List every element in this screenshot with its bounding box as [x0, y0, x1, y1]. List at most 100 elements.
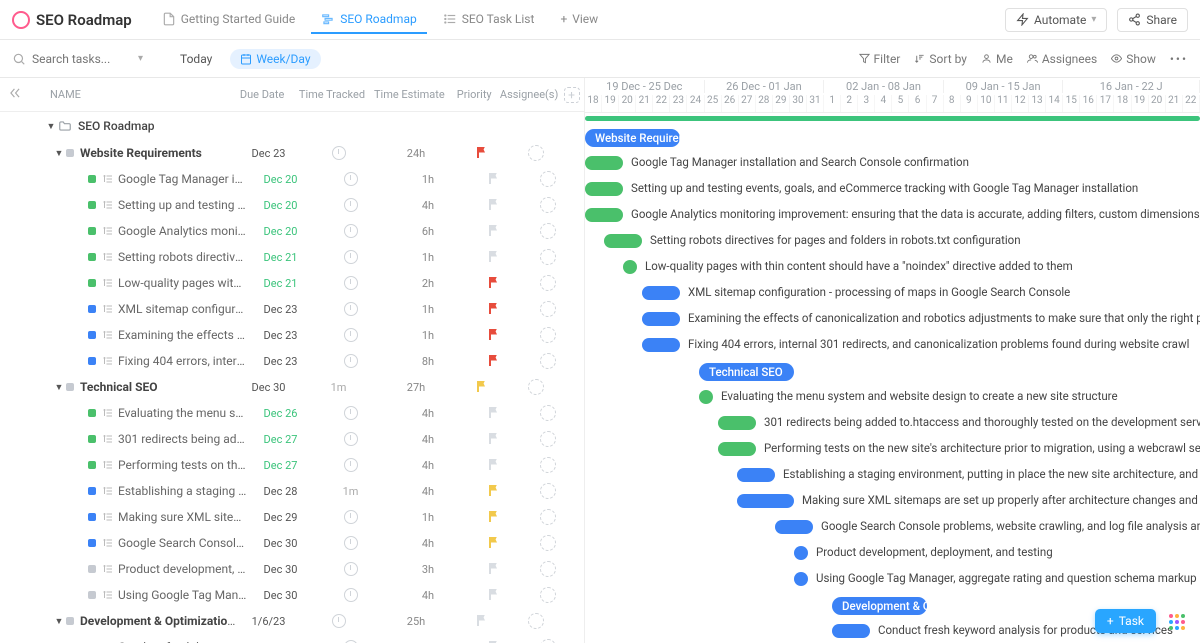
- gantt-bar[interactable]: Setting up and testing events, goals, an…: [585, 182, 623, 196]
- assignee[interactable]: [518, 509, 578, 525]
- gantt-bar[interactable]: Conduct fresh keyword analysis for produ…: [832, 624, 870, 638]
- time-tracked[interactable]: [313, 406, 388, 420]
- task-row[interactable]: XML sitemap configuration -... Dec 23 1h: [0, 296, 584, 322]
- assignee[interactable]: [518, 587, 578, 603]
- status-square[interactable]: [88, 357, 96, 365]
- priority-flag[interactable]: [468, 224, 518, 239]
- timeline-day[interactable]: 22: [1183, 95, 1200, 112]
- priority-flag[interactable]: [456, 146, 506, 161]
- gantt-bar[interactable]: Google Tag Manager installation and Sear…: [585, 156, 623, 170]
- task-name[interactable]: Technical SEO: [80, 380, 236, 394]
- time-estimate[interactable]: 1h: [388, 173, 468, 186]
- gantt-bar[interactable]: Establishing a staging environment, putt…: [737, 468, 775, 482]
- task-row[interactable]: Fixing 404 errors, internal 30... Dec 23…: [0, 348, 584, 374]
- time-tracked[interactable]: [301, 614, 376, 628]
- time-estimate[interactable]: 1h: [388, 303, 468, 316]
- task-row[interactable]: ▼ Development & Optimization of C... 1/6…: [0, 608, 584, 634]
- due-date[interactable]: Dec 21: [248, 251, 313, 264]
- due-date[interactable]: Dec 23: [248, 329, 313, 342]
- status-square[interactable]: [88, 409, 96, 417]
- task-row[interactable]: Google Analytics monitoring... Dec 20 6h: [0, 218, 584, 244]
- gantt-bar[interactable]: Evaluating the menu system and website d…: [699, 390, 713, 404]
- col-assignee[interactable]: Assignee(s): [499, 88, 559, 101]
- toggle-icon[interactable]: ▼: [52, 616, 66, 627]
- col-time-tracked[interactable]: Time Tracked: [295, 88, 370, 101]
- status-square[interactable]: [88, 305, 96, 313]
- task-name[interactable]: Product development, deplo...: [118, 562, 248, 576]
- time-tracked[interactable]: [313, 588, 388, 602]
- time-tracked[interactable]: [313, 172, 388, 186]
- status-square[interactable]: [66, 149, 74, 157]
- gantt-bar[interactable]: Product development, deployment, and tes…: [794, 546, 808, 560]
- time-estimate[interactable]: 2h: [388, 277, 468, 290]
- status-square[interactable]: [88, 487, 96, 495]
- show-button[interactable]: Show: [1111, 52, 1156, 66]
- priority-flag[interactable]: [468, 276, 518, 291]
- time-tracked[interactable]: [313, 354, 388, 368]
- task-name[interactable]: Performing tests on the new ...: [118, 458, 248, 472]
- task-name[interactable]: 301 redirects being added to...: [118, 432, 248, 446]
- priority-flag[interactable]: [468, 510, 518, 525]
- assignee[interactable]: [506, 145, 566, 161]
- timeline-day[interactable]: 4: [875, 95, 892, 112]
- gantt-bar[interactable]: Technical SEO: [699, 363, 794, 381]
- time-tracked[interactable]: [313, 276, 388, 290]
- time-estimate[interactable]: 4h: [388, 407, 468, 420]
- gantt-bar[interactable]: XML sitemap configuration - processing o…: [642, 286, 680, 300]
- due-date[interactable]: Dec 29: [248, 511, 313, 524]
- task-name[interactable]: Google Search Console prob...: [118, 536, 248, 550]
- due-date[interactable]: Dec 30: [248, 589, 313, 602]
- due-date[interactable]: Dec 20: [248, 225, 313, 238]
- me-button[interactable]: Me: [981, 52, 1013, 66]
- time-tracked[interactable]: [313, 510, 388, 524]
- time-tracked[interactable]: 1m: [301, 381, 376, 394]
- timeline-day[interactable]: 2: [841, 95, 858, 112]
- timeline-day[interactable]: 9: [961, 95, 978, 112]
- gantt-body[interactable]: Website Requirements Google Tag Manager …: [585, 113, 1200, 643]
- timeline-day[interactable]: 27: [739, 95, 756, 112]
- task-name[interactable]: Setting up and testing event...: [118, 198, 248, 212]
- priority-flag[interactable]: [468, 198, 518, 213]
- time-tracked[interactable]: [313, 224, 388, 238]
- task-name[interactable]: Development & Optimization of C...: [80, 614, 236, 628]
- gantt-bar[interactable]: Google Search Console problems, website …: [775, 520, 813, 534]
- timeline-day[interactable]: 1: [824, 95, 841, 112]
- status-square[interactable]: [88, 539, 96, 547]
- timeline-day[interactable]: 21: [1166, 95, 1183, 112]
- assignee[interactable]: [518, 223, 578, 239]
- apps-button[interactable]: [1166, 611, 1188, 633]
- priority-flag[interactable]: [468, 328, 518, 343]
- task-row[interactable]: Establishing a staging enviro... Dec 28 …: [0, 478, 584, 504]
- time-estimate[interactable]: 4h: [388, 199, 468, 212]
- task-name[interactable]: SEO Roadmap: [78, 119, 155, 133]
- time-estimate[interactable]: 6h: [388, 225, 468, 238]
- assignee[interactable]: [518, 249, 578, 265]
- status-square[interactable]: [88, 565, 96, 573]
- time-estimate[interactable]: 24h: [376, 147, 456, 160]
- due-date[interactable]: 1/6/23: [236, 615, 301, 628]
- time-estimate[interactable]: 4h: [388, 589, 468, 602]
- status-square[interactable]: [88, 461, 96, 469]
- time-tracked[interactable]: [313, 562, 388, 576]
- toggle-icon[interactable]: ▼: [52, 148, 66, 159]
- priority-flag[interactable]: [468, 640, 518, 643]
- time-estimate[interactable]: 8h: [388, 355, 468, 368]
- timeline-day[interactable]: 14: [1046, 95, 1063, 112]
- search-input[interactable]: [32, 52, 132, 66]
- timeline-day[interactable]: 25: [705, 95, 722, 112]
- assignee[interactable]: [518, 275, 578, 291]
- timeline-day[interactable]: 16: [1080, 95, 1097, 112]
- time-estimate[interactable]: 1h: [388, 329, 468, 342]
- timeline-day[interactable]: 12: [1012, 95, 1029, 112]
- timeline-day[interactable]: 15: [1063, 95, 1080, 112]
- time-tracked[interactable]: [313, 458, 388, 472]
- task-row[interactable]: Low-quality pages with thin ... Dec 21 2…: [0, 270, 584, 296]
- task-name[interactable]: Setting robots directives for ...: [118, 250, 248, 264]
- time-estimate[interactable]: 1h: [388, 511, 468, 524]
- timeline-day[interactable]: 10: [978, 95, 995, 112]
- timeline-day[interactable]: 3: [858, 95, 875, 112]
- task-name[interactable]: Making sure XML sitemaps a...: [118, 510, 248, 524]
- timeline-day[interactable]: 5: [892, 95, 909, 112]
- timeline-day[interactable]: 21: [636, 95, 653, 112]
- assignee[interactable]: [506, 613, 566, 629]
